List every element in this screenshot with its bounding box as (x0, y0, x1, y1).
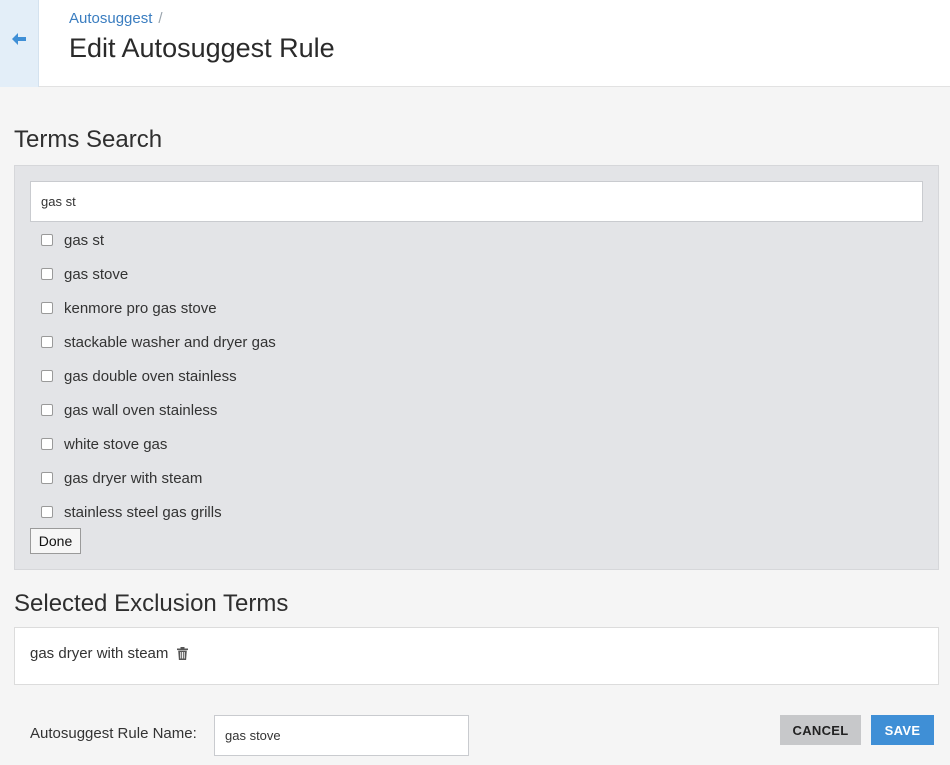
term-checkbox[interactable] (41, 302, 53, 314)
breadcrumb-link-autosuggest[interactable]: Autosuggest (69, 10, 152, 27)
selected-exclusions-panel: gas dryer with steam (14, 627, 939, 685)
term-checkbox[interactable] (41, 234, 53, 246)
terms-search-panel: gas st gas stove kenmore pro gas stove s… (14, 165, 939, 570)
page-title: Edit Autosuggest Rule (69, 33, 335, 63)
term-option-label: gas dryer with steam (64, 469, 203, 487)
term-checkbox[interactable] (41, 438, 53, 450)
rule-name-input[interactable] (214, 715, 469, 756)
exclusion-term-label: gas dryer with steam (30, 645, 169, 662)
exclusion-term: gas dryer with steam (30, 645, 189, 662)
page-header: Autosuggest / Edit Autosuggest Rule (0, 0, 950, 87)
arrow-left-icon (12, 32, 26, 45)
term-checkbox[interactable] (41, 472, 53, 484)
done-button[interactable]: Done (30, 528, 81, 554)
term-option-label: kenmore pro gas stove (64, 299, 217, 317)
term-option-label: stainless steel gas grills (64, 503, 222, 521)
term-options-list: gas st gas stove kenmore pro gas stove s… (40, 223, 276, 529)
selected-exclusions-heading: Selected Exclusion Terms (14, 590, 289, 617)
term-option-label: white stove gas (64, 435, 168, 453)
term-option[interactable]: white stove gas (40, 427, 276, 461)
breadcrumb-separator: / (158, 10, 163, 27)
term-option[interactable]: stainless steel gas grills (40, 495, 276, 529)
term-checkbox[interactable] (41, 404, 53, 416)
term-option-label: gas double oven stainless (64, 367, 237, 385)
term-option[interactable]: kenmore pro gas stove (40, 291, 276, 325)
term-option-label: gas st (64, 231, 105, 249)
breadcrumb: Autosuggest / (69, 10, 163, 27)
term-option-label: gas wall oven stainless (64, 401, 218, 419)
term-option[interactable]: gas dryer with steam (40, 461, 276, 495)
back-button[interactable] (0, 0, 39, 87)
term-option[interactable]: gas wall oven stainless (40, 393, 276, 427)
terms-search-input[interactable] (30, 181, 923, 222)
cancel-button[interactable]: CANCEL (780, 715, 861, 745)
term-checkbox[interactable] (41, 506, 53, 518)
term-option[interactable]: gas st (40, 223, 276, 257)
term-option-label: gas stove (64, 265, 129, 283)
term-option[interactable]: gas stove (40, 257, 276, 291)
trash-icon[interactable] (177, 647, 189, 660)
term-option-label: stackable washer and dryer gas (64, 333, 276, 351)
term-checkbox[interactable] (41, 268, 53, 280)
save-button[interactable]: SAVE (871, 715, 934, 745)
term-checkbox[interactable] (41, 370, 53, 382)
term-option[interactable]: gas double oven stainless (40, 359, 276, 393)
rule-name-label: Autosuggest Rule Name: (30, 725, 197, 742)
term-option[interactable]: stackable washer and dryer gas (40, 325, 276, 359)
term-checkbox[interactable] (41, 336, 53, 348)
terms-search-heading: Terms Search (14, 126, 163, 153)
